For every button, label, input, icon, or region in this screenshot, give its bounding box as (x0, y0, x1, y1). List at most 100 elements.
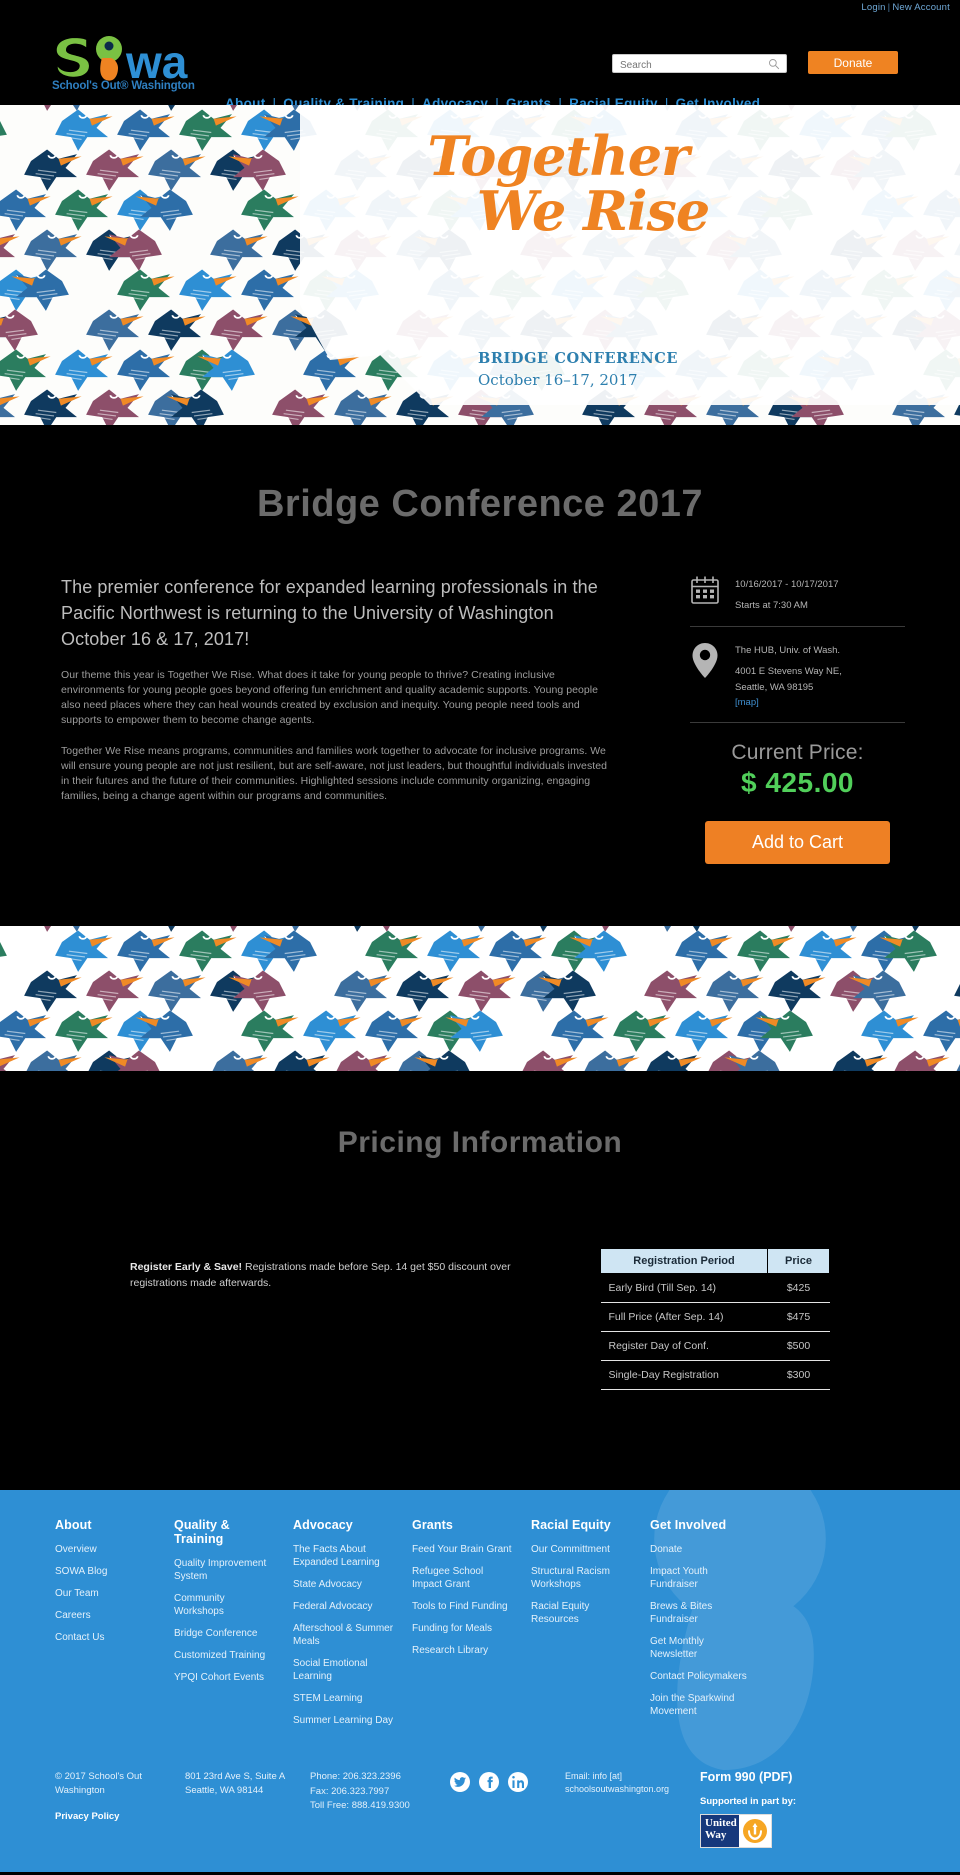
united-way-symbol-icon (739, 1815, 771, 1847)
footer-fax: Fax: 206.323.7997 (310, 1785, 390, 1797)
footer-column-title: Get Involved (650, 1518, 727, 1532)
footer-link[interactable]: Get Monthly Newsletter (650, 1635, 753, 1661)
lead-paragraph: The premier conference for expanded lear… (61, 577, 598, 650)
body-paragraph-2: Together We Rise means programs, communi… (61, 744, 607, 802)
new-account-link[interactable]: New Account (892, 2, 950, 13)
divider (690, 722, 905, 724)
footer-column: Grants Feed Your Brain Grant Refugee Schoo… (412, 1518, 531, 1736)
pricing-note: Register Early & Save! Registrations mad… (130, 1260, 540, 1292)
cell-registration-period: Register Day of Conf. (600, 1331, 768, 1361)
footer-link[interactable]: Customized Training (174, 1649, 277, 1662)
table-row: Full Price (After Sep. 14) $475 (600, 1302, 830, 1332)
footer-link[interactable]: The Facts About Expanded Learning (293, 1543, 396, 1569)
search-icon[interactable] (768, 58, 780, 70)
login-link[interactable]: Login (861, 2, 885, 13)
united-way-line2: Way (705, 1828, 727, 1841)
footer-link[interactable]: Feed Your Brain Grant (412, 1543, 515, 1556)
event-date-text: 10/16/2017 - 10/17/2017 Starts at 7:30 A… (735, 575, 839, 614)
bird-pattern-strip (0, 926, 960, 1071)
donate-button[interactable]: Donate (808, 51, 898, 74)
event-address-line1: 4001 E Stevens Way NE, (735, 666, 842, 678)
map-link[interactable]: [map] (735, 697, 759, 708)
footer-link[interactable]: Quality Improvement System (174, 1557, 277, 1583)
footer-link[interactable]: STEM Learning (293, 1692, 396, 1705)
page-title: Bridge Conference 2017 (256, 483, 704, 525)
footer-link[interactable]: Our Team (55, 1587, 158, 1600)
footer-column: Racial Equity Our Committment Structural R… (531, 1518, 650, 1736)
footer-phone: Phone: 206.323.2396 (310, 1771, 401, 1782)
facebook-icon[interactable] (479, 1772, 499, 1792)
footer-link[interactable]: Refugee School Impact Grant (412, 1565, 515, 1591)
footer-column-title: Racial Equity (531, 1518, 611, 1532)
footer-link[interactable]: Racial Equity Resources (531, 1600, 634, 1626)
footer-link[interactable]: State Advocacy (293, 1578, 396, 1591)
united-way-wordmark: United Way (701, 1815, 739, 1847)
footer-link[interactable]: Brews & Bites Fundraiser (650, 1600, 753, 1626)
footer-columns: About Overview SOWA Blog Our Team Careers Con… (0, 1518, 960, 1736)
footer-link[interactable]: Donate (650, 1543, 753, 1556)
privacy-policy-link[interactable]: Privacy Policy (55, 1810, 185, 1824)
table-row: Register Day of Conf. $500 (600, 1331, 830, 1361)
event-location-block: The HUB, Univ. of Wash. 4001 E Stevens W… (690, 627, 905, 723)
footer-link[interactable]: Afterschool & Summer Meals (293, 1622, 396, 1648)
current-price-value: $ 425.00 (741, 767, 854, 799)
event-date-range: 10/16/2017 - 10/17/2017 (735, 579, 839, 590)
footer-link[interactable]: Impact Youth Fundraiser (650, 1565, 753, 1591)
footer-link[interactable]: Research Library (412, 1644, 515, 1657)
col-header-price: Price (767, 1248, 830, 1274)
footer-copyright-block: © 2017 School's Out Washington Privacy P… (55, 1770, 185, 1823)
footer-bottom-bar: © 2017 School's Out Washington Privacy P… (0, 1736, 960, 1872)
footer-link[interactable]: Careers (55, 1609, 158, 1622)
main-content: Bridge Conference 2017 The premier confe… (0, 425, 960, 926)
footer-column-title: Quality & Training (174, 1518, 230, 1546)
footer-link[interactable]: Contact Us (55, 1631, 158, 1644)
site-logo[interactable]: wa School's Out® Washington (52, 36, 217, 98)
footer-link[interactable]: Structural Racism Workshops (531, 1565, 634, 1591)
footer-link[interactable]: Bridge Conference (174, 1627, 277, 1640)
description-column: The premier conference for expanded lear… (61, 574, 616, 804)
col-header-period: Registration Period (600, 1248, 768, 1274)
footer-link[interactable]: SOWA Blog (55, 1565, 158, 1578)
hero-banner: Together We Rise BRIDGE CONFERENCE Octob… (0, 105, 960, 425)
footer-link[interactable]: Tools to Find Funding (412, 1600, 515, 1613)
footer-link[interactable]: Funding for Meals (412, 1622, 515, 1635)
body-paragraph-1: Our theme this year is Together We Rise.… (61, 669, 599, 726)
search-input[interactable] (620, 57, 760, 74)
table-row: Early Bird (Till Sep. 14) $425 (600, 1273, 830, 1303)
twitter-icon[interactable] (450, 1772, 470, 1792)
search-box[interactable] (612, 54, 787, 74)
add-to-cart-button[interactable]: Add to Cart (705, 821, 890, 865)
footer-link[interactable]: Join the Sparkwind Movement (650, 1692, 753, 1718)
linkedin-icon[interactable] (508, 1772, 528, 1792)
calendar-icon (690, 575, 720, 610)
footer-form-block: Form 990 (PDF) Supported in part by: Uni… (700, 1770, 840, 1848)
footer-link[interactable]: Contact Policymakers (650, 1670, 753, 1683)
footer-column-title: Grants (412, 1518, 453, 1532)
footer-email: Email: info [at] schoolsoutwashington.or… (565, 1770, 700, 1796)
footer-link[interactable]: Federal Advocacy (293, 1600, 396, 1613)
footer-phone-block: Phone: 206.323.2396 Fax: 206.323.7997 To… (310, 1770, 450, 1814)
table-row: Single-Day Registration $300 (600, 1360, 830, 1390)
footer-link[interactable]: Overview (55, 1543, 158, 1556)
footer-link[interactable]: Our Committment (531, 1543, 634, 1556)
united-way-line1: United (705, 1817, 737, 1829)
event-location-text: The HUB, Univ. of Wash. 4001 E Stevens W… (735, 641, 842, 711)
cell-registration-period: Full Price (After Sep. 14) (600, 1302, 768, 1332)
site-footer: About Overview SOWA Blog Our Team Careers Con… (0, 1490, 960, 1872)
table-body: Early Bird (Till Sep. 14) $425 Full Price … (600, 1273, 830, 1390)
sowa-logo-icon: wa (56, 36, 188, 82)
footer-address-line2: Seattle, WA 98144 (185, 1784, 264, 1796)
form-990-link[interactable]: Form 990 (PDF) (700, 1770, 840, 1784)
footer-link[interactable]: YPQI Cohort Events (174, 1671, 277, 1684)
svg-text:wa: wa (125, 36, 188, 82)
footer-link[interactable]: Summer Learning Day (293, 1714, 396, 1727)
united-way-logo: United Way (700, 1814, 772, 1848)
footer-column-title: Advocacy (293, 1518, 353, 1532)
site-header: wa School's Out® Washington Donate About… (0, 18, 960, 111)
footer-link[interactable]: Social Emotional Learning (293, 1657, 396, 1683)
footer-link[interactable]: Community Workshops (174, 1592, 277, 1618)
location-pin-icon (690, 641, 720, 686)
event-date-block: 10/16/2017 - 10/17/2017 Starts at 7:30 A… (690, 561, 905, 626)
